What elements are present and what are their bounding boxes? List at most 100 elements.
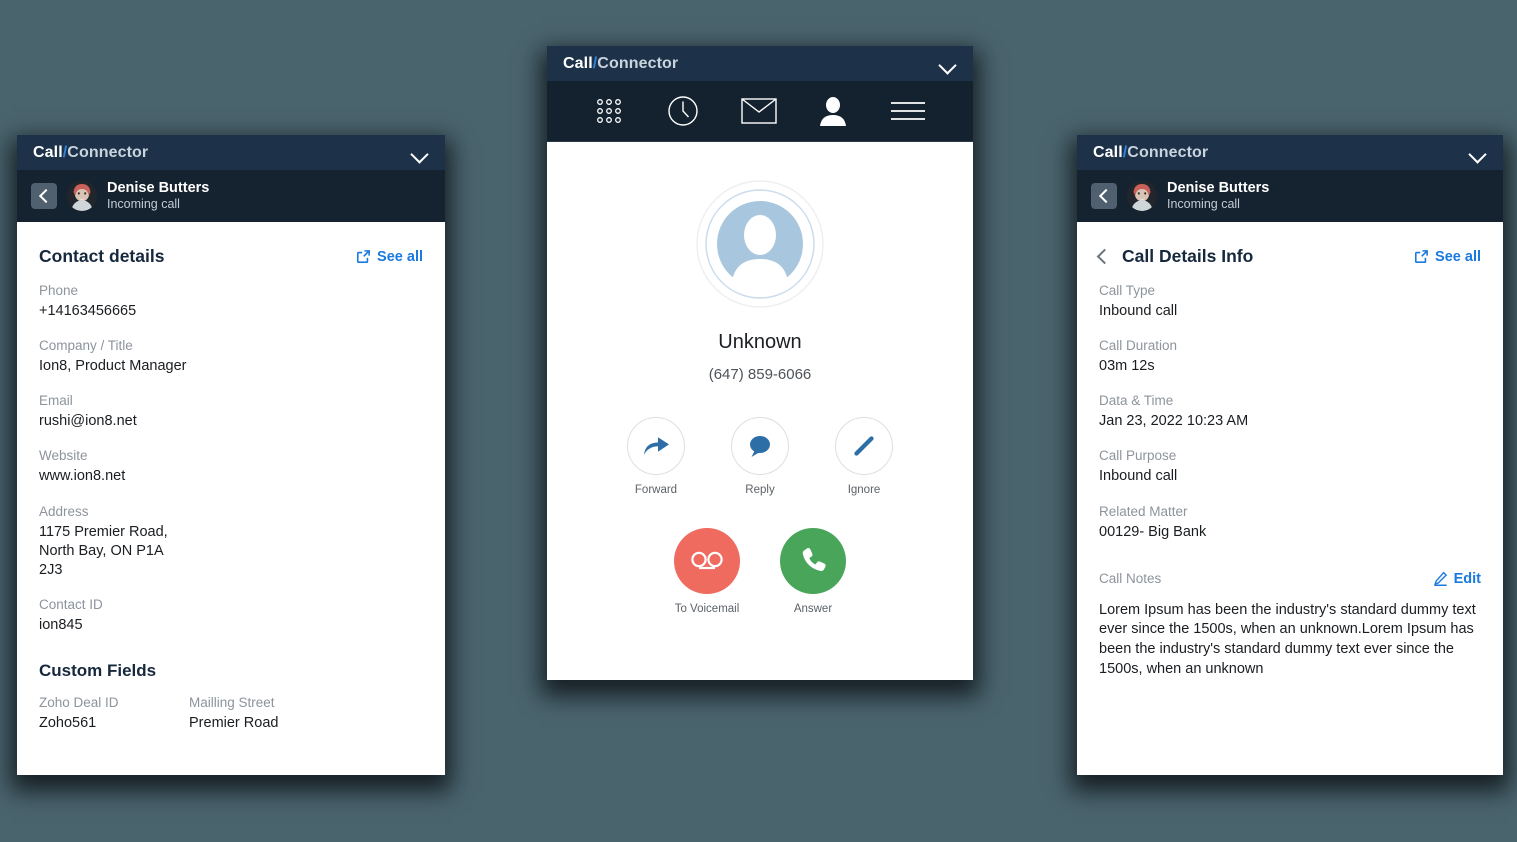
left-contact-bar: Denise Butters Incoming call xyxy=(17,170,445,222)
back-button[interactable] xyxy=(31,183,57,209)
field-value: 03m 12s xyxy=(1099,358,1155,375)
app-logo: Call/Connector xyxy=(33,144,148,162)
back-button[interactable] xyxy=(1091,183,1117,209)
edit-notes-button[interactable]: Edit xyxy=(1433,571,1481,587)
answer-button[interactable]: Answer xyxy=(780,528,846,615)
chevron-down-icon[interactable] xyxy=(411,147,429,159)
contact-details-panel: Call/Connector Denise Butters Incoming c… xyxy=(17,135,445,775)
incoming-call-panel: Call/Connector Unknown (647) 859-6066 Fo… xyxy=(547,46,973,680)
field-value: Jan 23, 2022 10:23 AM xyxy=(1099,413,1249,430)
field-website: Website www.ion8.net xyxy=(39,448,214,486)
contact-name-block: Denise Butters Incoming call xyxy=(107,180,209,212)
primary-call-actions: To Voicemail Answer xyxy=(547,528,973,615)
brand-light: Connector xyxy=(597,54,679,72)
see-all-label: See all xyxy=(377,248,423,265)
field-mailling-street: Mailling Street Premier Road xyxy=(189,695,419,733)
field-label: Zoho Deal ID xyxy=(39,695,119,710)
call-details-header: Call Details Info See all xyxy=(1096,222,1481,283)
forward-arrow-icon xyxy=(627,417,685,475)
field-date-time: Data & Time Jan 23, 2022 10:23 AM xyxy=(1099,393,1481,431)
page-title: Contact details xyxy=(39,246,165,266)
field-value: ion845 xyxy=(39,616,83,633)
contact-status: Incoming call xyxy=(107,197,180,212)
contact-name-block: Denise Butters Incoming call xyxy=(1167,180,1269,212)
middle-brand-bar: Call/Connector xyxy=(547,46,973,81)
hamburger-menu-icon[interactable] xyxy=(890,100,926,122)
caller-avatar-icon xyxy=(696,180,824,313)
field-value: rushi@ion8.net xyxy=(39,413,137,430)
brand-bold: Call xyxy=(33,143,63,161)
field-company-title: Company / Title Ion8, Product Manager xyxy=(39,338,214,376)
edit-label: Edit xyxy=(1453,570,1481,587)
envelope-icon[interactable] xyxy=(741,98,777,124)
field-label: Data & Time xyxy=(1099,393,1174,409)
action-label: Answer xyxy=(793,603,833,615)
action-label: Forward xyxy=(634,484,678,496)
see-all-link[interactable]: See all xyxy=(1414,249,1481,265)
page-title: Call Details Info xyxy=(1122,246,1254,266)
left-panel-body: Contact details See all Phone +141634566… xyxy=(17,222,445,750)
call-notes-header: Call Notes Edit xyxy=(1099,571,1481,587)
pencil-icon xyxy=(835,417,893,475)
field-call-type: Call Type Inbound call xyxy=(1099,283,1349,321)
brand-bold: Call xyxy=(1093,143,1123,161)
field-call-purpose: Call Purpose Inbound call xyxy=(1099,448,1349,486)
contact-fields-grid: Phone +14163456665 Company / Title Ion8,… xyxy=(39,283,423,652)
brand-bold: Call xyxy=(563,54,593,72)
avatar xyxy=(67,181,97,211)
external-link-icon xyxy=(356,249,371,264)
contact-details-header: Contact details See all xyxy=(39,222,423,283)
call-notes-label: Call Notes xyxy=(1099,571,1162,587)
field-label: Call Duration xyxy=(1099,338,1178,354)
pencil-edit-icon xyxy=(1433,571,1448,587)
field-label: Email xyxy=(39,393,73,409)
to-voicemail-button[interactable]: To Voicemail xyxy=(674,528,740,615)
chevron-down-icon[interactable] xyxy=(939,58,957,70)
custom-fields-title: Custom Fields xyxy=(39,661,157,680)
custom-fields-grid: Zoho Deal ID Zoho561 Mailling Street Pre… xyxy=(39,695,423,750)
right-contact-bar: Denise Butters Incoming call xyxy=(1077,170,1503,222)
see-all-link[interactable]: See all xyxy=(356,249,423,265)
phone-handset-icon xyxy=(780,528,846,594)
call-notes-text: Lorem Ipsum has been the industry's stan… xyxy=(1099,601,1476,677)
dialpad-icon[interactable] xyxy=(594,96,624,126)
clock-icon[interactable] xyxy=(667,95,699,127)
title-group: Call Details Info xyxy=(1096,246,1254,267)
reply-button[interactable]: Reply xyxy=(731,417,789,496)
forward-button[interactable]: Forward xyxy=(627,417,685,496)
field-label: Company / Title xyxy=(39,338,133,354)
ignore-button[interactable]: Ignore xyxy=(835,417,893,496)
action-label: Ignore xyxy=(847,484,881,496)
main-nav-bar xyxy=(547,81,973,142)
app-logo: Call/Connector xyxy=(563,55,678,73)
external-link-icon xyxy=(1414,249,1429,264)
field-value: +14163456665 xyxy=(39,303,137,319)
field-label: Mailling Street xyxy=(189,695,275,710)
avatar xyxy=(1127,181,1157,211)
call-details-grid: Call Type Inbound call Call Duration 03m… xyxy=(1099,283,1481,559)
field-email: Email rushi@ion8.net xyxy=(39,393,289,431)
chevron-left-icon[interactable] xyxy=(1096,248,1113,265)
field-value: Ion8, Product Manager xyxy=(39,358,187,375)
field-zoho-deal-id: Zoho Deal ID Zoho561 xyxy=(39,695,189,733)
field-related-matter: Related Matter 00129- Big Bank xyxy=(1099,504,1274,542)
chevron-down-icon[interactable] xyxy=(1469,147,1487,159)
field-value: Zoho561 xyxy=(39,715,97,731)
field-phone: Phone +14163456665 xyxy=(39,283,289,321)
field-call-duration: Call Duration 03m 12s xyxy=(1099,338,1274,376)
field-value: Premier Road xyxy=(189,715,279,731)
voicemail-icon xyxy=(674,528,740,594)
brand-light: Connector xyxy=(67,143,149,161)
field-value: 00129- Big Bank xyxy=(1099,523,1207,540)
secondary-actions: Forward Reply Ignore xyxy=(547,417,973,496)
field-contact-id: Contact ID ion845 xyxy=(39,597,214,635)
field-address: Address 1175 Premier Road, North Bay, ON… xyxy=(39,504,289,580)
right-brand-bar: Call/Connector xyxy=(1077,135,1503,170)
caller-block: Unknown (647) 859-6066 xyxy=(547,142,973,383)
field-label: Call Purpose xyxy=(1099,448,1177,464)
field-label: Call Type xyxy=(1099,283,1156,298)
person-icon[interactable] xyxy=(819,96,847,126)
brand-light: Connector xyxy=(1127,143,1209,161)
field-value: Inbound call xyxy=(1099,468,1178,485)
action-label: To Voicemail xyxy=(674,603,740,615)
